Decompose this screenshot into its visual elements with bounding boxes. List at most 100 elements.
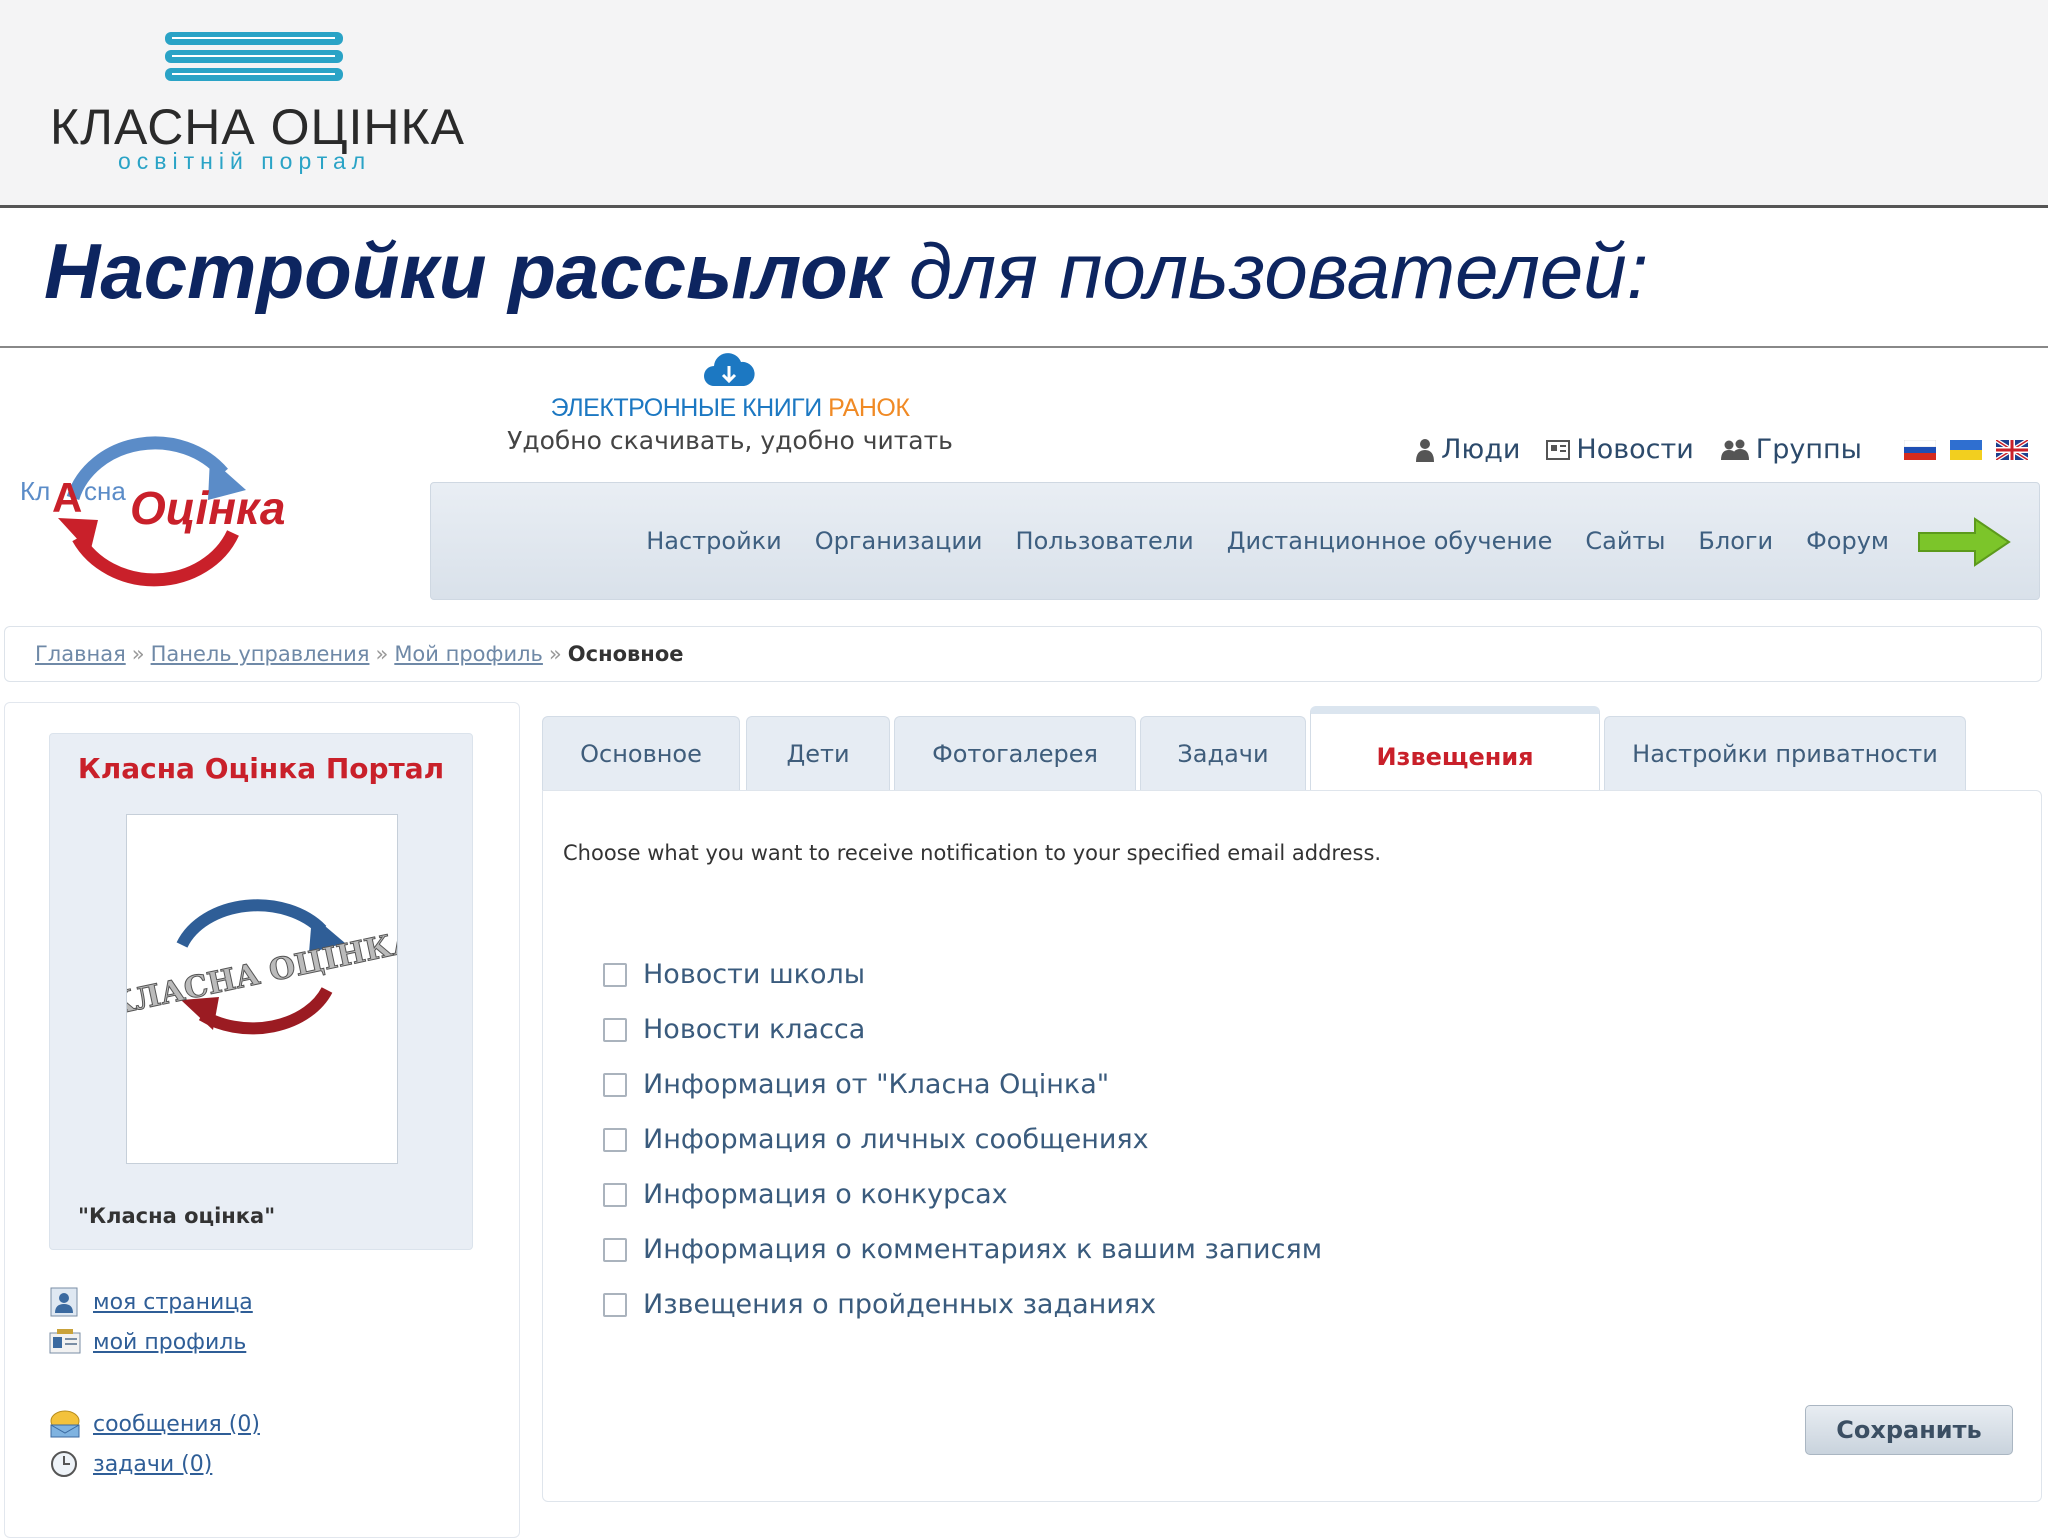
option-contests[interactable]: Информация о конкурсах xyxy=(603,1179,1008,1210)
option-portal-info[interactable]: Информация от "Класна Оцінка" xyxy=(603,1069,1109,1100)
site-logo-part2: А xyxy=(52,474,82,521)
tab-tasks[interactable]: Задачи xyxy=(1140,716,1306,791)
breadcrumb-separator: » xyxy=(375,642,389,666)
breadcrumb-panel[interactable]: Панель управления xyxy=(151,642,370,666)
notifications-intro: Choose what you want to receive notifica… xyxy=(563,841,1382,865)
slide-title-bold: Настройки рассылок xyxy=(44,227,888,315)
brand-logo: КЛАСНА ОЦІНКА освітній портал xyxy=(50,28,470,188)
banner-line1-accent: РАНОК xyxy=(828,394,910,422)
sidebar-link-messages-label[interactable]: сообщения (0) xyxy=(93,1412,260,1437)
profile-logo-text: КЛАСНА ОЦІНКА xyxy=(127,924,397,1024)
user-page-icon xyxy=(50,1287,78,1317)
sidebar-link-my-profile-label[interactable]: мой профиль xyxy=(93,1330,246,1355)
breadcrumb: Главная» Панель управления» Мой профиль» Ос… xyxy=(4,626,2042,682)
nav-people[interactable]: Люди xyxy=(1415,434,1520,465)
sidebar-link-my-profile[interactable]: мой профиль xyxy=(49,1327,246,1357)
profile-card-icon xyxy=(49,1329,81,1354)
option-comments[interactable]: Информация о комментариях к вашим запися… xyxy=(603,1234,1322,1265)
russia-flag-icon[interactable] xyxy=(1904,439,1936,460)
tab-basic[interactable]: Основное xyxy=(542,716,740,791)
option-label: Информация о личных сообщениях xyxy=(643,1124,1149,1155)
checkbox[interactable] xyxy=(603,1017,627,1042)
site-logo-part3: сна xyxy=(84,476,126,506)
ebooks-banner[interactable]: ЭЛЕКТРОННЫЕ КНИГИ РАНОК Удобно скачивать… xyxy=(490,352,970,462)
option-label: Информация о комментариях к вашим запися… xyxy=(643,1234,1323,1265)
option-label: Новости школы xyxy=(643,959,866,990)
nav-news-label: Новости xyxy=(1576,434,1694,465)
breadcrumb-current: Основное xyxy=(567,642,684,666)
slide-title: Настройки рассылок для пользователей: xyxy=(44,226,1648,317)
nav-groups[interactable]: Группы xyxy=(1720,434,1862,465)
option-label: Новости класса xyxy=(643,1014,866,1045)
option-completed-tasks[interactable]: Извещения о пройденных заданиях xyxy=(603,1289,1156,1320)
menu-item-users[interactable]: Пользователи xyxy=(1016,527,1194,555)
arrow-right-icon[interactable] xyxy=(1917,517,2011,567)
top-navigation: Люди Новости Группы xyxy=(1415,434,2028,465)
menu-item-distance-learning[interactable]: Дистанционное обучение xyxy=(1227,527,1553,555)
sidebar-link-messages[interactable]: сообщения (0) xyxy=(49,1409,260,1439)
messages-icon xyxy=(50,1410,80,1438)
group-icon xyxy=(1720,439,1749,460)
newspaper-icon xyxy=(1546,439,1571,460)
nav-groups-label: Группы xyxy=(1755,434,1862,465)
tab-photo-gallery[interactable]: Фотогалерея xyxy=(894,716,1136,791)
option-school-news[interactable]: Новости школы xyxy=(603,959,865,990)
tab-children[interactable]: Дети xyxy=(746,716,890,791)
breadcrumb-home[interactable]: Главная xyxy=(35,642,126,666)
sidebar-link-my-page-label[interactable]: моя страница xyxy=(93,1290,253,1315)
save-button[interactable]: Сохранить xyxy=(1805,1405,2013,1455)
tab-privacy-settings[interactable]: Настройки приватности xyxy=(1604,716,1966,791)
sidebar-link-my-page[interactable]: моя страница xyxy=(49,1287,253,1317)
menu-item-settings[interactable]: Настройки xyxy=(646,527,782,555)
sidebar: Класна Оцінка Портал КЛАСНА ОЦІНКА "Клас… xyxy=(4,702,520,1538)
option-class-news[interactable]: Новости класса xyxy=(603,1014,865,1045)
checkbox[interactable] xyxy=(603,1292,627,1317)
profile-card: Класна Оцінка Портал КЛАСНА ОЦІНКА "Клас… xyxy=(49,733,473,1250)
option-label: Информация от "Класна Оцінка" xyxy=(643,1069,1110,1100)
checkbox[interactable] xyxy=(603,1237,627,1262)
person-icon xyxy=(1416,438,1435,462)
profile-logo-image: КЛАСНА ОЦІНКА xyxy=(104,899,420,1035)
ukraine-flag-icon[interactable] xyxy=(1950,439,1982,460)
tab-notifications[interactable]: Извещения xyxy=(1310,706,1600,800)
option-label: Извещения о пройденных заданиях xyxy=(643,1289,1157,1320)
clock-icon xyxy=(51,1451,77,1477)
notifications-panel: Choose what you want to receive notifica… xyxy=(542,790,2042,1502)
banner-line2: Удобно скачивать, удобно читать xyxy=(507,426,953,455)
uk-flag-icon[interactable] xyxy=(1996,439,2028,460)
menu-item-organizations[interactable]: Организации xyxy=(815,527,983,555)
title-divider xyxy=(0,346,2048,348)
sidebar-link-tasks[interactable]: задачи (0) xyxy=(49,1449,212,1479)
profile-name: Класна Оцінка Портал xyxy=(77,752,445,785)
site-logo-part4: Оцінка xyxy=(130,482,286,534)
main-menu: Настройки Организации Пользователи Диста… xyxy=(646,527,1889,555)
profile-caption: "Класна оцінка" xyxy=(78,1204,276,1228)
checkbox[interactable] xyxy=(603,1127,627,1152)
option-private-messages[interactable]: Информация о личных сообщениях xyxy=(603,1124,1149,1155)
banner-line1: ЭЛЕКТРОННЫЕ КНИГИ РАНОК xyxy=(490,394,970,423)
checkbox[interactable] xyxy=(603,1072,627,1097)
books-logo-icon xyxy=(165,32,343,81)
option-label: Информация о конкурсах xyxy=(643,1179,1008,1210)
slide-title-rest: для пользователей: xyxy=(887,227,1649,315)
nav-news[interactable]: Новости xyxy=(1546,434,1694,465)
checkbox[interactable] xyxy=(603,962,627,987)
menu-item-sites[interactable]: Сайты xyxy=(1585,527,1665,555)
breadcrumb-separator: » xyxy=(131,642,145,666)
menu-item-blogs[interactable]: Блоги xyxy=(1698,527,1773,555)
banner-line1-main: ЭЛЕКТРОННЫЕ КНИГИ xyxy=(550,394,829,422)
site-logo-icon: Кл А сна Оцінка xyxy=(20,436,286,587)
sidebar-link-tasks-label[interactable]: задачи (0) xyxy=(93,1452,212,1477)
language-flags xyxy=(1904,439,2028,460)
profile-photo[interactable]: КЛАСНА ОЦІНКА xyxy=(104,814,420,1164)
nav-people-label: Люди xyxy=(1441,434,1521,465)
checkbox[interactable] xyxy=(603,1182,627,1207)
cloud-download-icon xyxy=(704,353,755,386)
menu-item-forum[interactable]: Форум xyxy=(1806,527,1889,555)
main-menu-bar: Настройки Организации Пользователи Диста… xyxy=(430,482,2040,600)
breadcrumb-separator: » xyxy=(548,642,562,666)
site-logo[interactable]: Кл А сна Оцінка xyxy=(18,418,318,593)
breadcrumb-profile[interactable]: Мой профиль xyxy=(394,642,543,666)
slide-header: КЛАСНА ОЦІНКА освітній портал xyxy=(0,0,2048,208)
site-logo-part1: Кл xyxy=(20,476,50,506)
